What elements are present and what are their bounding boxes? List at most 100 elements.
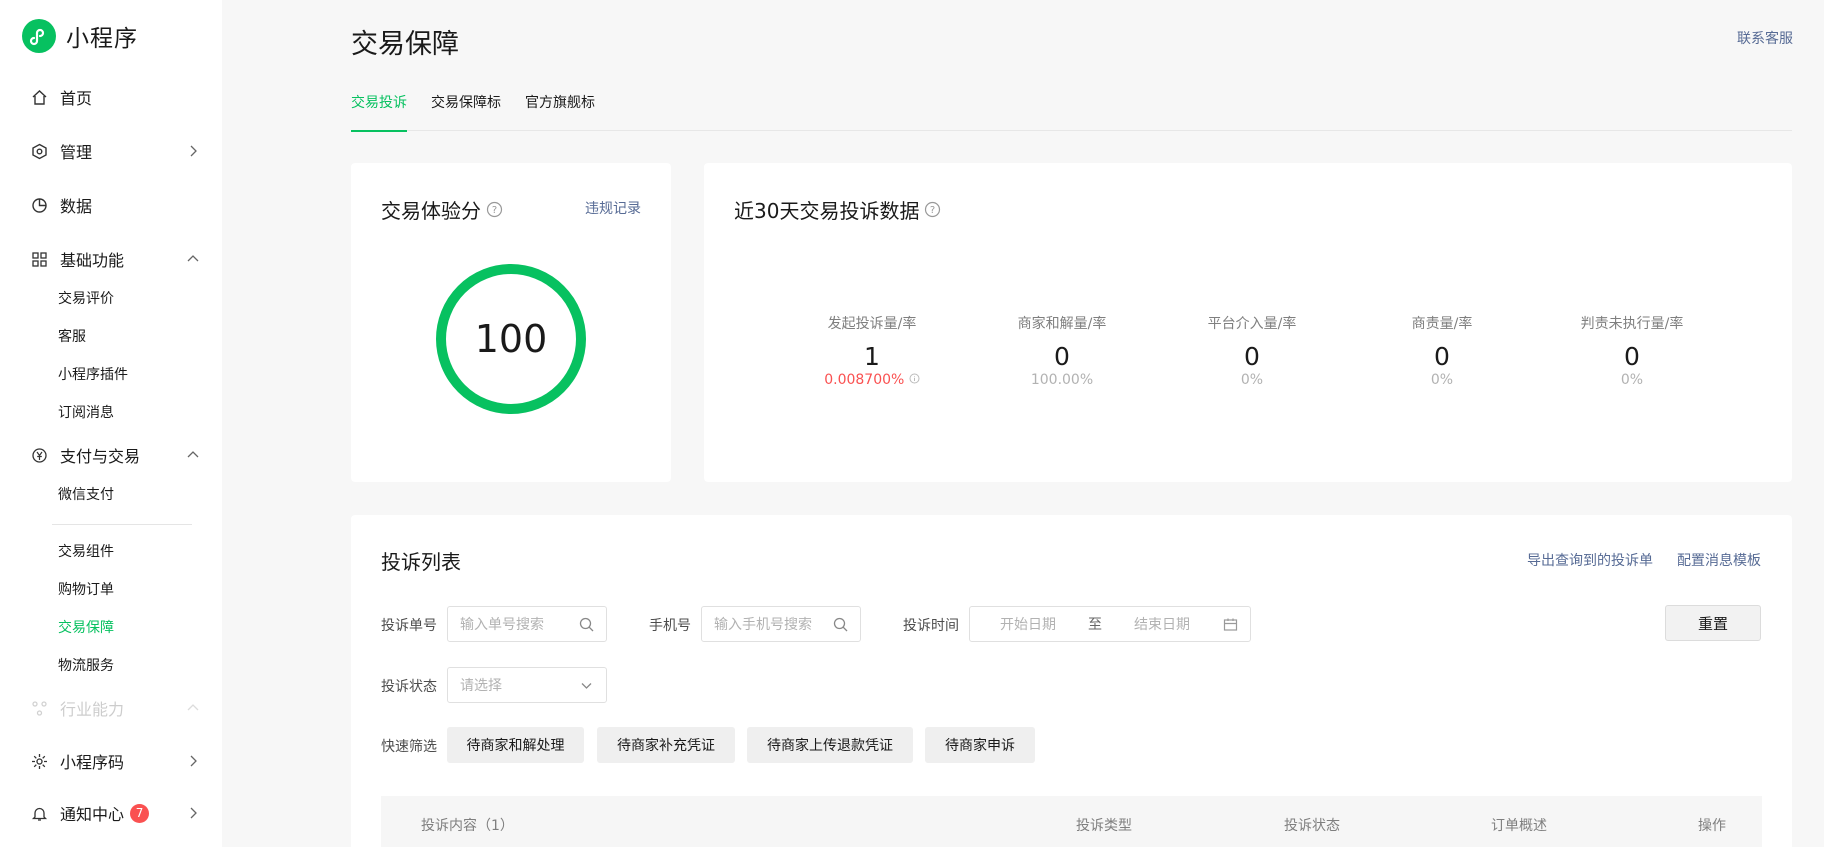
sidebar-item-qrcode[interactable]: 小程序码 — [30, 746, 200, 776]
home-icon — [30, 88, 48, 106]
stats-card: 近30天交易投诉数据 ? 发起投诉量/率 1 0.008700% 商家和解量/率… — [704, 163, 1792, 482]
chevron-right-icon — [190, 755, 197, 767]
sidebar: 小程序 首页 管理 数据 基础功能 交易评价 客服 小程序插件 订阅消息 支付与… — [0, 0, 222, 847]
filter-chip-refund[interactable]: 待商家上传退款凭证 — [747, 727, 913, 763]
date-range-picker[interactable]: 开始日期 至 结束日期 — [969, 606, 1251, 642]
sidebar-subitem-wxpay[interactable]: 微信支付 — [58, 483, 114, 507]
sidebar-label: 行业能力 — [60, 700, 125, 719]
sidebar-item-data[interactable]: 数据 — [30, 190, 200, 220]
status-placeholder: 请选择 — [460, 678, 502, 694]
stat-rate: 0% — [1430, 372, 1454, 388]
sidebar-label: 小程序码 — [60, 753, 125, 772]
start-date-placeholder: 开始日期 — [1000, 617, 1056, 633]
sidebar-subitem-plugin[interactable]: 小程序插件 — [58, 363, 128, 387]
phone-search-input[interactable]: 输入手机号搜索 — [701, 606, 861, 642]
sidebar-subitem-component[interactable]: 交易组件 — [58, 540, 114, 564]
tab-official-flagship[interactable]: 官方旗舰标 — [525, 88, 595, 131]
sidebar-subitem-guarantee[interactable]: 交易保障 — [58, 616, 114, 640]
filter-chip-appeal[interactable]: 待商家申诉 — [925, 727, 1035, 763]
stat-platform: 平台介入量/率 0 0% — [1157, 313, 1347, 388]
score-value: 100 — [474, 317, 548, 361]
contact-service-link[interactable]: 联系客服 — [1737, 28, 1793, 48]
sidebar-label: 数据 — [60, 197, 93, 216]
sidebar-item-basic[interactable]: 基础功能 — [30, 244, 200, 274]
search-icon — [579, 617, 594, 632]
stat-label: 商责量/率 — [1411, 316, 1473, 332]
stat-merchant-fault: 商责量/率 0 0% — [1347, 313, 1537, 388]
svg-text:?: ? — [492, 205, 497, 216]
page-title: 交易保障 — [351, 29, 459, 60]
stat-rate: 0% — [1620, 372, 1644, 388]
quick-filter-label: 快速筛选 — [381, 739, 437, 755]
score-title-text: 交易体验分 — [381, 199, 481, 223]
sidebar-item-manage[interactable]: 管理 — [30, 136, 200, 166]
sidebar-label: 支付与交易 — [60, 447, 141, 466]
brand[interactable]: 小程序 — [22, 19, 138, 53]
stat-value: 0 — [1434, 342, 1450, 371]
status-select[interactable]: 请选择 — [447, 667, 607, 703]
column-content: 投诉内容（1） — [421, 818, 514, 834]
search-icon — [833, 617, 848, 632]
violation-record-link[interactable]: 违规记录 — [585, 198, 641, 218]
order-label: 投诉单号 — [381, 618, 437, 634]
sidebar-item-notify[interactable]: 通知中心 7 — [30, 798, 200, 828]
stat-settled: 商家和解量/率 0 100.00% — [967, 313, 1157, 388]
column-status: 投诉状态 — [1284, 818, 1340, 834]
help-icon[interactable]: ? — [924, 201, 941, 218]
calendar-icon — [1223, 618, 1238, 631]
stat-value: 0 — [1054, 342, 1070, 371]
stat-label: 商家和解量/率 — [1017, 316, 1107, 332]
chevron-up-icon — [187, 704, 199, 711]
chevron-right-icon — [190, 145, 197, 157]
list-title: 投诉列表 — [381, 550, 461, 574]
reset-button[interactable]: 重置 — [1665, 605, 1761, 641]
sidebar-subitem-orders[interactable]: 购物订单 — [58, 578, 114, 602]
sidebar-label: 首页 — [60, 89, 93, 108]
sun-code-icon — [30, 752, 48, 770]
stat-value: 0 — [1244, 342, 1260, 371]
column-type: 投诉类型 — [1076, 818, 1132, 834]
range-separator: 至 — [1088, 617, 1102, 633]
miniprogram-logo-icon — [22, 19, 56, 53]
chevron-up-icon — [187, 451, 199, 458]
export-link[interactable]: 导出查询到的投诉单 — [1527, 550, 1653, 570]
stat-unexecuted: 判责未执行量/率 0 0% — [1537, 313, 1727, 388]
sidebar-label: 通知中心 — [60, 805, 125, 824]
info-icon[interactable] — [909, 373, 920, 384]
sidebar-label: 管理 — [60, 143, 93, 162]
column-action: 操作 — [1698, 818, 1726, 834]
stat-value: 1 — [864, 342, 880, 371]
tab-complaints[interactable]: 交易投诉 — [351, 88, 407, 132]
stat-label: 发起投诉量/率 — [827, 316, 917, 332]
order-search-input[interactable]: 输入单号搜索 — [447, 606, 607, 642]
score-card: 交易体验分 ? 违规记录 100 — [351, 163, 671, 482]
stats-card-title: 近30天交易投诉数据 ? — [734, 195, 941, 224]
sidebar-subitem-subscribe[interactable]: 订阅消息 — [58, 401, 114, 425]
brand-title: 小程序 — [66, 26, 138, 52]
help-icon[interactable]: ? — [486, 201, 503, 218]
chevron-down-icon — [581, 683, 592, 689]
tab-bar: 交易投诉 交易保障标 官方旗舰标 — [351, 88, 1792, 132]
sidebar-subitem-logistics[interactable]: 物流服务 — [58, 654, 114, 678]
sidebar-item-industry[interactable]: 行业能力 — [30, 693, 200, 723]
sidebar-item-home[interactable]: 首页 — [30, 82, 200, 112]
filter-chip-settle[interactable]: 待商家和解处理 — [447, 727, 584, 763]
tab-guarantee-mark[interactable]: 交易保障标 — [431, 88, 501, 131]
hexagon-settings-icon — [30, 142, 48, 160]
grid-icon — [30, 250, 48, 268]
filter-chip-evidence[interactable]: 待商家补充凭证 — [597, 727, 735, 763]
industry-icon — [30, 699, 48, 717]
time-label: 投诉时间 — [903, 618, 959, 634]
stat-rate: 0.008700% — [777, 372, 967, 388]
sidebar-divider — [52, 524, 192, 525]
end-date-placeholder: 结束日期 — [1134, 617, 1190, 633]
stats-title-text: 近30天交易投诉数据 — [734, 199, 920, 223]
config-template-link[interactable]: 配置消息模板 — [1677, 550, 1761, 570]
sidebar-subitem-service[interactable]: 客服 — [58, 325, 86, 349]
notification-badge: 7 — [130, 803, 150, 823]
phone-label: 手机号 — [649, 618, 691, 634]
sidebar-subitem-review[interactable]: 交易评价 — [58, 287, 114, 311]
table-header: 投诉内容（1） 投诉类型 投诉状态 订单概述 操作 — [381, 796, 1762, 847]
sidebar-item-payment[interactable]: 支付与交易 — [30, 440, 200, 470]
chevron-up-icon — [187, 255, 199, 262]
